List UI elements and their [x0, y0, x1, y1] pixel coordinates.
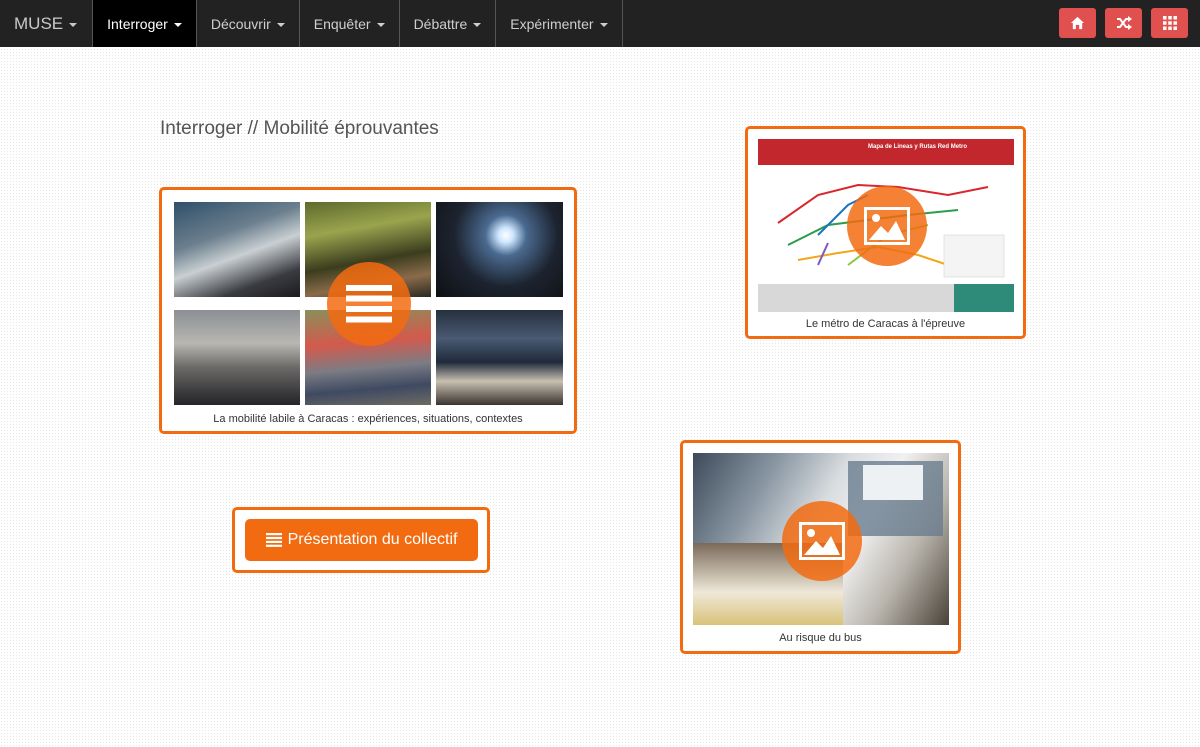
- image-icon: [864, 207, 910, 245]
- chevron-down-icon: [376, 22, 385, 27]
- shuffle-button[interactable]: [1105, 8, 1142, 38]
- bus-sign: [863, 465, 923, 500]
- presentation-button[interactable]: Présentation du collectif: [245, 519, 478, 561]
- presentation-frame: Présentation du collectif: [232, 507, 490, 573]
- image-icon: [799, 522, 845, 560]
- list-icon: [346, 285, 392, 323]
- card-caption: La mobilité labile à Caracas : expérienc…: [213, 413, 523, 425]
- brand-label: MUSE: [14, 13, 64, 33]
- navbar-actions: [1059, 8, 1188, 38]
- nav-item-interroger[interactable]: Interroger: [93, 0, 197, 47]
- photo-street-sunlight: [436, 202, 563, 297]
- brand-menu[interactable]: MUSE: [0, 0, 94, 47]
- apps-button[interactable]: [1151, 8, 1188, 38]
- card-mobilite-labile[interactable]: La mobilité labile à Caracas : expérienc…: [159, 187, 577, 434]
- photo-bus-passengers: [174, 202, 300, 297]
- grid-icon: [1162, 16, 1177, 30]
- image-icon-badge: [782, 501, 862, 581]
- nav-item-label: Interroger: [107, 15, 168, 32]
- nav-item-label: Enquêter: [313, 15, 371, 32]
- nav-item-debattre[interactable]: Débattre: [400, 0, 497, 47]
- nav-item-label: Expérimenter: [510, 15, 594, 32]
- nav-item-enqueter[interactable]: Enquêter: [300, 0, 400, 47]
- map-footer-legend: [954, 284, 1014, 312]
- nav-item-decouvrir[interactable]: Découvrir: [197, 0, 300, 47]
- chevron-down-icon: [599, 22, 608, 27]
- chevron-down-icon: [173, 22, 182, 27]
- home-icon: [1070, 16, 1085, 30]
- nav-item-experimenter[interactable]: Expérimenter: [496, 0, 623, 47]
- presentation-button-label: Présentation du collectif: [287, 531, 458, 548]
- home-button[interactable]: [1059, 8, 1096, 38]
- list-icon: [265, 533, 282, 547]
- card-caption: Au risque du bus: [779, 632, 862, 644]
- photo-building-street: [174, 310, 300, 405]
- photo-bus-interior: [436, 310, 563, 405]
- image-icon-badge: [847, 186, 927, 266]
- nav-item-label: Débattre: [413, 15, 468, 32]
- nav-item-label: Découvrir: [210, 15, 271, 32]
- chevron-down-icon: [276, 22, 285, 27]
- top-navbar: MUSE Interroger Découvrir Enquêter Débat…: [0, 0, 1200, 47]
- card-metro-caracas[interactable]: Mapa de Lineas y Rutas Red Metro Le métr…: [745, 126, 1026, 339]
- chevron-down-icon: [473, 22, 482, 27]
- card-risque-bus[interactable]: Au risque du bus: [680, 440, 961, 654]
- page-title: Interroger // Mobilité éprouvantes: [160, 118, 439, 139]
- map-header-bar: [758, 139, 1014, 165]
- shuffle-icon: [1116, 16, 1132, 30]
- map-header-text: Mapa de Lineas y Rutas Red Metro: [868, 144, 968, 150]
- chevron-down-icon: [69, 22, 78, 27]
- card-caption: Le métro de Caracas à l'épreuve: [805, 318, 966, 330]
- list-icon-badge: [327, 262, 411, 346]
